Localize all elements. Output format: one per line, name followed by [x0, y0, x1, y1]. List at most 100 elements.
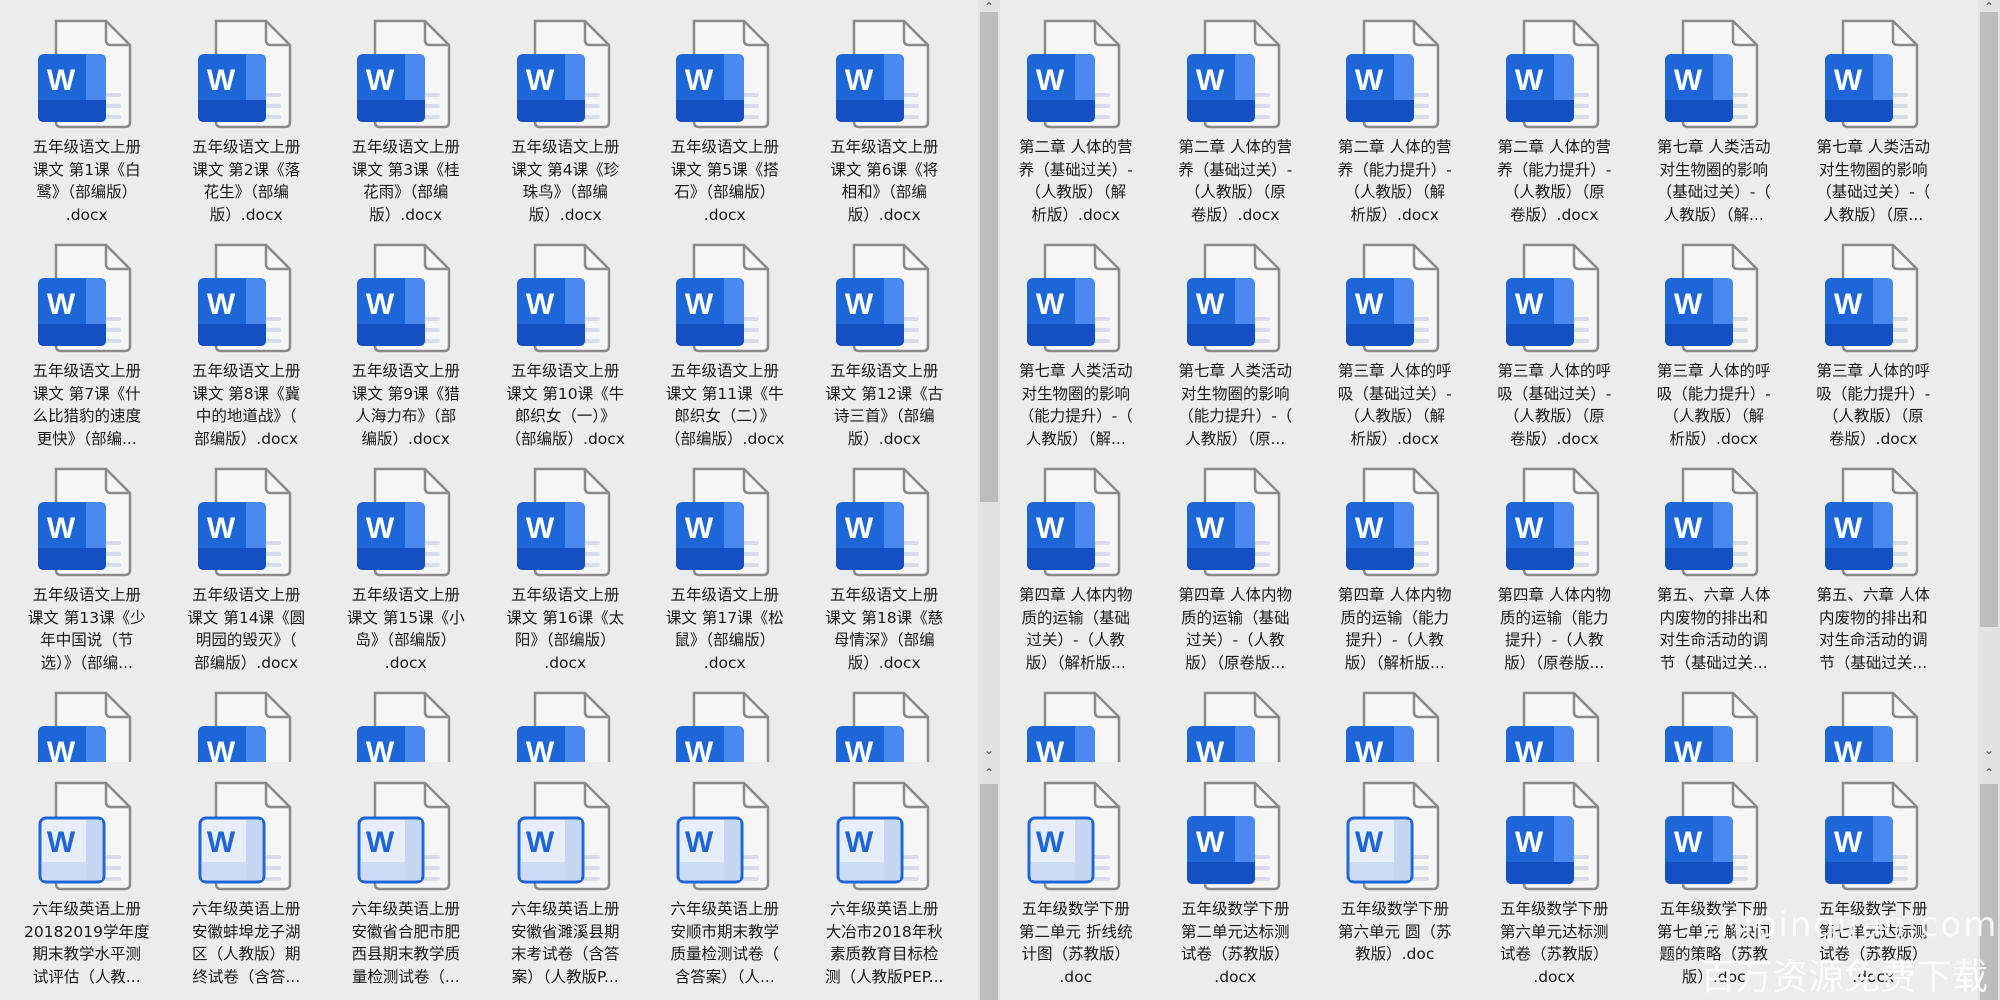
file-item[interactable]: W 第二章 人体的营 养（基础过关）- （人教版）（原 卷版）.docx	[1154, 0, 1314, 224]
scroll-up-arrow-icon[interactable]: ⌃	[978, 766, 1000, 780]
word-docx-icon: W	[1661, 466, 1761, 578]
file-item[interactable]: W 五年级数学下册 第六单元 圆（苏 教版）.doc	[1313, 762, 1473, 986]
file-item[interactable]: W 第四章 人体内物 质的运输（能力 提升）-（人教 版）（解析版...	[1313, 448, 1473, 672]
file-item[interactable]: W 五年级数学下册 第二单元达标测 试卷（苏教版） .docx	[1154, 762, 1314, 986]
scroll-down-arrow-icon[interactable]: ⌄	[1978, 743, 2000, 757]
file-item[interactable]: W 第五、六章 人体 内废物的排出和 对生命活动的调 节（基础过关...	[1792, 448, 1952, 672]
svg-text:W: W	[525, 64, 554, 97]
file-name-label: 六年级英语上册 安徽蚌埠龙子湖 区（人教版）期 终试卷（含答...	[191, 900, 301, 986]
file-item[interactable]: W	[324, 672, 484, 762]
file-name-label: 五年级数学下册 第六单元 圆（苏 教版）.doc	[1338, 900, 1452, 963]
file-item[interactable]: W 第二章 人体的营 养（能力提升）- （人教版）（原 卷版）.docx	[1473, 0, 1633, 224]
file-item[interactable]: W 五年级语文上册 课文 第1课《白 鹭》（部编版） .docx	[5, 0, 165, 224]
file-item[interactable]: W 第七章 人类活动 对生物圈的影响 （基础过关）-（ 人教版）（解...	[1632, 0, 1792, 224]
file-item[interactable]: W 第七章 人类活动 对生物圈的影响 （能力提升）-（ 人教版）（解...	[1000, 224, 1154, 448]
svg-text:W: W	[1674, 826, 1703, 859]
word-docx-icon: W	[353, 466, 453, 578]
svg-text:W: W	[1674, 736, 1703, 762]
word-docx-icon: W	[1023, 242, 1123, 354]
file-item[interactable]: W 六年级英语上册 安顺市期末教学 质量检测试卷（ 含答案）（人...	[643, 762, 803, 986]
svg-text:W: W	[685, 826, 714, 859]
scrollbar-thumb[interactable]	[1980, 12, 1998, 627]
file-name-label: 第三章 人体的呼 吸（能力提升）- （人教版）（解 析版）.docx	[1656, 362, 1771, 448]
file-item[interactable]: W 五年级数学下册 第六单元达标测 试卷（苏教版） .docx	[1473, 762, 1633, 986]
file-pane-bottom-left: W 六年级英语上册 20182019学年度 期末教学水平测 试评估（人教... W…	[0, 762, 978, 1000]
file-item[interactable]: W 五年级语文上册 课文 第13课《少 年中国说（节 选）》（部编...	[5, 448, 165, 672]
file-item[interactable]: W 第四章 人体内物 质的运输（基础 过关）-（人教 版）（原卷版...	[1154, 448, 1314, 672]
file-item[interactable]: W	[1313, 672, 1473, 762]
file-item[interactable]: W 第三章 人体的呼 吸（基础过关）- （人教版）（原 卷版）.docx	[1473, 224, 1633, 448]
svg-text:W: W	[1833, 512, 1862, 545]
file-name-label: 五年级语文上册 课文 第10课《牛 郎织女（一）》 （部编版）.docx	[505, 362, 625, 448]
file-item[interactable]: W	[165, 672, 325, 762]
file-item[interactable]: W 五年级语文上册 课文 第12课《古 诗三首》（部编 版）.docx	[803, 224, 963, 448]
file-item[interactable]: W 第五、六章 人体 内废物的排出和 对生命活动的调 节（基础过关...	[1632, 448, 1792, 672]
file-name-label: 第五、六章 人体 内废物的排出和 对生命活动的调 节（基础过关...	[1816, 586, 1930, 672]
file-name-label: 五年级数学下册 第六单元达标测 试卷（苏教版） .docx	[1499, 900, 1609, 986]
file-item[interactable]: W 五年级数学下册 第七单元达标测 试卷（苏教版） .docx	[1792, 762, 1952, 986]
scroll-up-arrow-icon[interactable]: ⌃	[1978, 766, 2000, 780]
svg-text:W: W	[366, 826, 395, 859]
file-item[interactable]: W 第三章 人体的呼 吸（能力提升）- （人教版）（原 卷版）.docx	[1792, 224, 1952, 448]
scrollbar-top-left[interactable]: ⌃ ⌄	[978, 0, 1000, 762]
file-item[interactable]: W 五年级语文上册 课文 第9课《猎 人海力布》（部 编版）.docx	[324, 224, 484, 448]
file-item[interactable]: W 第三章 人体的呼 吸（能力提升）- （人教版）（解 析版）.docx	[1632, 224, 1792, 448]
file-item[interactable]: W 五年级语文上册 课文 第3课《桂 花雨》（部编 版）.docx	[324, 0, 484, 224]
scroll-down-arrow-icon[interactable]: ⌄	[978, 743, 1000, 757]
file-item[interactable]: W 五年级语文上册 课文 第15课《小 岛》（部编版） .docx	[324, 448, 484, 672]
file-item[interactable]: W 五年级语文上册 课文 第4课《珍 珠鸟》（部编 版）.docx	[484, 0, 644, 224]
file-item[interactable]: W 第三章 人体的呼 吸（基础过关）- （人教版）（解 析版）.docx	[1313, 224, 1473, 448]
word-docx-icon: W	[672, 466, 772, 578]
word-docx-icon: W	[1821, 780, 1921, 892]
file-item[interactable]: W 第二章 人体的营 养（基础过关）- （人教版）（解 析版）.docx	[1000, 0, 1154, 224]
file-item[interactable]: W 第七章 人类活动 对生物圈的影响 （基础过关）-（ 人教版）（原...	[1792, 0, 1952, 224]
file-item[interactable]: W 第四章 人体内物 质的运输（基础 过关）-（人教 版）（解析版...	[1000, 448, 1154, 672]
file-item[interactable]: W 五年级数学下册 第二单元 折线统 计图（苏教版） .doc	[1000, 762, 1154, 986]
file-item[interactable]: W 六年级英语上册 安徽蚌埠龙子湖 区（人教版）期 终试卷（含答...	[165, 762, 325, 986]
scrollbar-thumb[interactable]	[980, 12, 998, 502]
file-item[interactable]: W 六年级英语上册 20182019学年度 期末教学水平测 试评估（人教...	[5, 762, 165, 986]
word-docx-icon: W	[1661, 780, 1761, 892]
file-item[interactable]: W 五年级语文上册 课文 第16课《太 阳》（部编版） .docx	[484, 448, 644, 672]
file-item[interactable]: W 五年级语文上册 课文 第14课《圆 明园的毁灭》（ 部编版）.docx	[165, 448, 325, 672]
file-item[interactable]: W 五年级语文上册 课文 第10课《牛 郎织女（一）》 （部编版）.docx	[484, 224, 644, 448]
file-item[interactable]: W 五年级语文上册 课文 第5课《搭 石》（部编版） .docx	[643, 0, 803, 224]
file-item[interactable]: W 五年级语文上册 课文 第2课《落 花生》（部编 版）.docx	[165, 0, 325, 224]
scrollbar-top-right[interactable]: ⌃ ⌄	[1978, 0, 2000, 762]
svg-text:W: W	[685, 512, 714, 545]
file-item[interactable]: W	[1792, 672, 1952, 762]
file-item[interactable]: W	[1473, 672, 1633, 762]
file-item[interactable]: W 六年级英语上册 安徽省合肥市肥 西县期末教学质 量检测试卷（...	[324, 762, 484, 986]
file-item[interactable]: W 五年级语文上册 课文 第6课《将 相和》（部编 版）.docx	[803, 0, 963, 224]
file-item[interactable]: W 第二章 人体的营 养（能力提升）- （人教版）（解 析版）.docx	[1313, 0, 1473, 224]
file-item[interactable]: W	[1000, 672, 1154, 762]
file-item[interactable]: W 第四章 人体内物 质的运输（能力 提升）-（人教 版）（原卷版...	[1473, 448, 1633, 672]
file-item[interactable]: W	[484, 672, 644, 762]
file-item[interactable]: W 五年级数学下册 第七单元 解决问 题的策略（苏教 版）.doc	[1632, 762, 1792, 986]
scrollbar-thumb[interactable]	[1980, 784, 1998, 1000]
file-item[interactable]: W 五年级语文上册 课文 第7课《什 么比猎豹的速度 更快》（部编...	[5, 224, 165, 448]
file-item[interactable]: W	[803, 672, 963, 762]
file-item[interactable]: W 六年级英语上册 安徽省濉溪县期 末考试卷（含答 案）（人教版P...	[484, 762, 644, 986]
scrollbar-bottom-right[interactable]: ⌃	[1978, 762, 2000, 1000]
file-item[interactable]: W	[1632, 672, 1792, 762]
file-name-label: 六年级英语上册 20182019学年度 期末教学水平测 试评估（人教...	[24, 900, 150, 986]
file-item[interactable]: W	[643, 672, 803, 762]
file-item[interactable]: W	[5, 672, 165, 762]
file-item[interactable]: W 五年级语文上册 课文 第8课《冀 中的地道战》（ 部编版）.docx	[165, 224, 325, 448]
word-docx-icon: W	[513, 242, 613, 354]
file-item[interactable]: W	[1154, 672, 1314, 762]
file-name-label: 五年级语文上册 课文 第3课《桂 花雨》（部编 版）.docx	[351, 138, 460, 224]
word-docx-icon: W	[1023, 466, 1123, 578]
file-item[interactable]: W 第七章 人类活动 对生物圈的影响 （能力提升）-（ 人教版）（原...	[1154, 224, 1314, 448]
file-item[interactable]: W 五年级语文上册 课文 第11课《牛 郎织女（二）》 （部编版）.docx	[643, 224, 803, 448]
scrollbar-thumb[interactable]	[980, 784, 998, 1000]
file-item[interactable]: W 五年级语文上册 课文 第18课《慈 母情深》（部编 版）.docx	[803, 448, 963, 672]
svg-text:W: W	[1036, 288, 1065, 321]
scrollbar-bottom-left[interactable]: ⌃	[978, 762, 1000, 1000]
file-name-label: 第二章 人体的营 养（基础过关）- （人教版）（原 卷版）.docx	[1178, 138, 1293, 224]
file-name-label: 五年级语文上册 课文 第5课《搭 石》（部编版） .docx	[670, 138, 779, 224]
svg-text:W: W	[1355, 512, 1384, 545]
file-item[interactable]: W 五年级语文上册 课文 第17课《松 鼠》（部编版） .docx	[643, 448, 803, 672]
file-item[interactable]: W 六年级英语上册 大冶市2018年秋 素质教育目标检 测（人教版PEP...	[803, 762, 963, 986]
